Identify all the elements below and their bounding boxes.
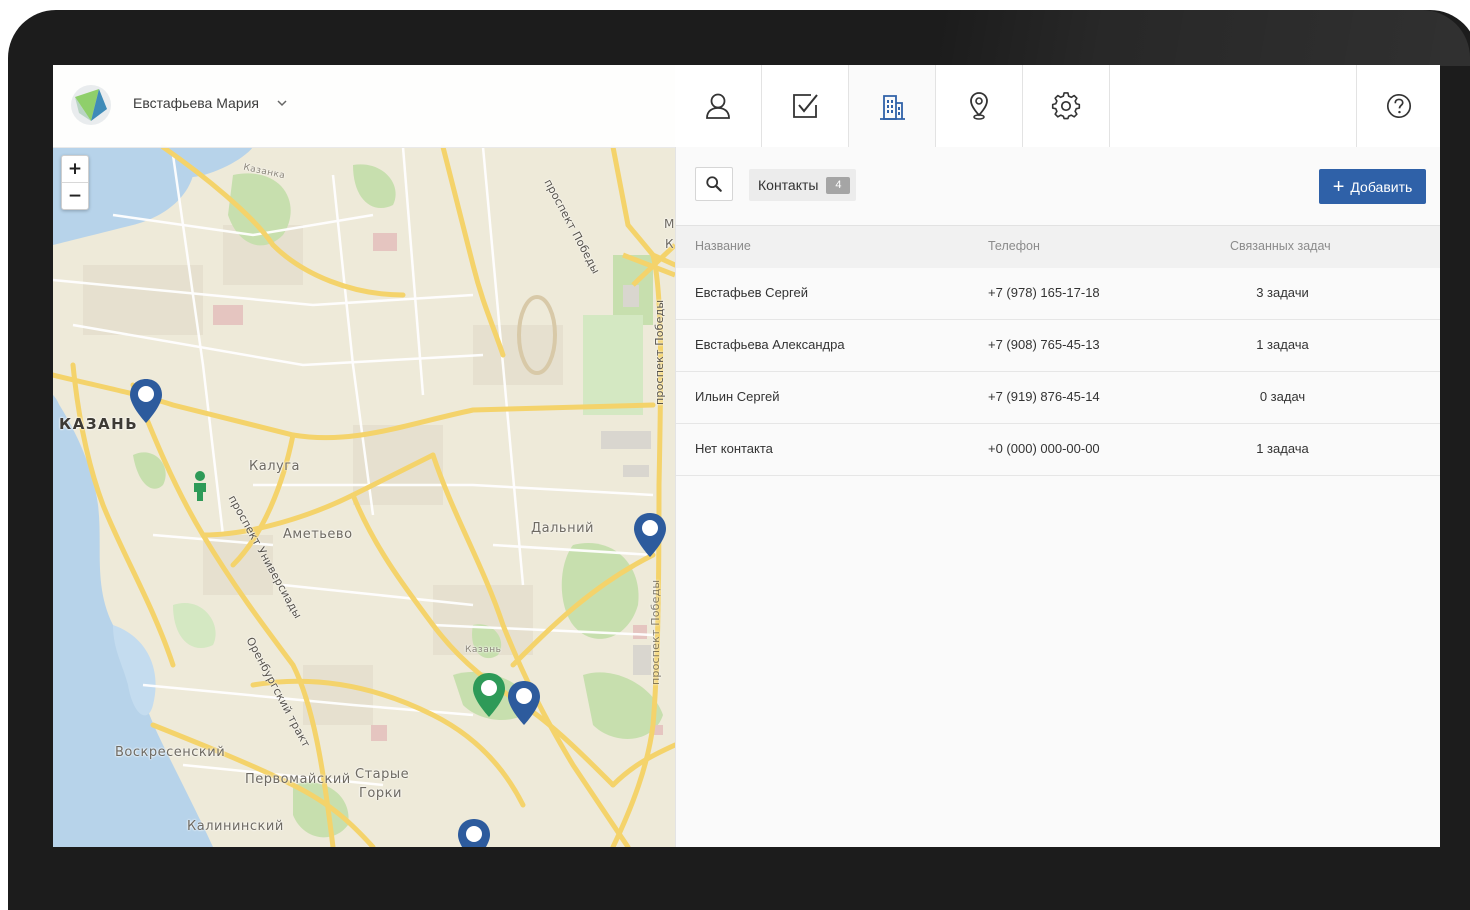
contacts-panel: Контакты 4 + Добавить Название Телефон С…: [675, 147, 1440, 847]
app-screen: + − КАЗАНЬ Калуга Аметьево Дальний Воскр…: [53, 65, 1440, 847]
contacts-label: Контакты: [758, 177, 819, 193]
contact-phone: +7 (978) 165-17-18: [988, 285, 1100, 300]
table-row[interactable]: Евстафьев Сергей +7 (978) 165-17-18 3 за…: [676, 268, 1440, 320]
checkbox-icon: [793, 94, 818, 118]
table-header: Название Телефон Связанных задач: [676, 225, 1440, 269]
search-button[interactable]: [695, 167, 733, 201]
contact-name: Евстафьев Сергей: [695, 285, 808, 300]
chevron-down-icon[interactable]: [275, 96, 289, 110]
contact-tasks: 1 задача: [1256, 441, 1309, 456]
map-label-kazan-station: Казань: [465, 645, 502, 655]
map-zoom-control: + −: [61, 155, 89, 210]
contact-name: Евстафьева Александра: [695, 337, 845, 352]
table-row[interactable]: Евстафьева Александра +7 (908) 765-45-13…: [676, 320, 1440, 372]
contacts-table-body: Евстафьев Сергей +7 (978) 165-17-18 3 за…: [676, 268, 1440, 476]
tab-users[interactable]: [675, 65, 762, 147]
app-logo-icon: [71, 85, 111, 125]
contacts-filter-chip[interactable]: Контакты 4: [749, 169, 857, 201]
add-contact-button[interactable]: + Добавить: [1319, 169, 1426, 204]
user-name[interactable]: Евстафьева Мария: [133, 95, 259, 111]
user-bar: Евстафьева Мария: [53, 65, 675, 148]
column-header-tasks[interactable]: Связанных задач: [1230, 239, 1331, 253]
map-label-voskresenskiy: Воскресенский: [115, 745, 226, 760]
map-canvas[interactable]: [53, 65, 675, 847]
user-icon: [706, 93, 730, 119]
gear-icon: [1051, 92, 1081, 120]
map-label-ametevo: Аметьево: [283, 527, 353, 542]
map-label-pr-pobedy-right: проспект Победы: [653, 299, 666, 405]
add-button-label: Добавить: [1350, 178, 1413, 195]
map-pin-green[interactable]: [471, 671, 507, 719]
location-pin-icon: [970, 92, 988, 120]
contact-name: Ильин Сергей: [695, 389, 780, 404]
map-pin-blue[interactable]: [456, 817, 492, 847]
column-header-name[interactable]: Название: [695, 239, 751, 253]
zoom-out-button[interactable]: −: [62, 182, 88, 209]
map-label-pr-pobedy-lower: проспект Победы: [649, 579, 662, 685]
plus-icon: +: [1332, 175, 1345, 198]
building-icon: [880, 94, 905, 120]
table-row[interactable]: Ильин Сергей +7 (919) 876-45-14 0 задач: [676, 372, 1440, 424]
tab-locations[interactable]: [936, 65, 1023, 147]
map-pin-blue[interactable]: [506, 679, 542, 727]
map-label-kaluga: Калуга: [249, 459, 300, 474]
map-pin-blue[interactable]: [128, 377, 164, 425]
contacts-count-badge: 4: [826, 176, 851, 194]
contact-tasks: 1 задача: [1256, 337, 1309, 352]
map-label-pervomayskiy: Первомайский: [245, 772, 351, 787]
tab-help[interactable]: [1356, 65, 1440, 147]
contact-name: Нет контакта: [695, 441, 773, 456]
tab-companies[interactable]: [849, 65, 936, 148]
map-label-kalininskiy: Калининский: [187, 819, 284, 834]
laptop-sheen: [940, 10, 1470, 66]
map-label-starye: Старые: [355, 767, 410, 782]
map-label-dalniy: Дальний: [531, 521, 594, 536]
map-pin-blue[interactable]: [632, 511, 668, 559]
map-view[interactable]: + − КАЗАНЬ Калуга Аметьево Дальний Воскр…: [53, 65, 675, 847]
column-header-phone[interactable]: Телефон: [988, 239, 1040, 253]
map-label-k: К: [665, 237, 675, 251]
contact-phone: +7 (919) 876-45-14: [988, 389, 1100, 404]
table-row[interactable]: Нет контакта +0 (000) 000-00-00 1 задача: [676, 424, 1440, 476]
zoom-in-button[interactable]: +: [62, 156, 88, 182]
map-label-m: М: [664, 217, 675, 231]
contact-tasks: 3 задачи: [1256, 285, 1309, 300]
tab-tasks[interactable]: [762, 65, 849, 147]
map-label-kazan: КАЗАНЬ: [59, 415, 139, 433]
tab-settings[interactable]: [1023, 65, 1110, 147]
contact-tasks: 0 задач: [1259, 389, 1306, 404]
search-icon: [706, 176, 722, 192]
contact-phone: +7 (908) 765-45-13: [988, 337, 1100, 352]
user-location-icon[interactable]: [191, 470, 209, 502]
help-icon: [1386, 93, 1411, 119]
map-label-gorki: Горки: [359, 786, 402, 801]
main-tabs: [675, 65, 1440, 148]
contact-phone: +0 (000) 000-00-00: [988, 441, 1100, 456]
